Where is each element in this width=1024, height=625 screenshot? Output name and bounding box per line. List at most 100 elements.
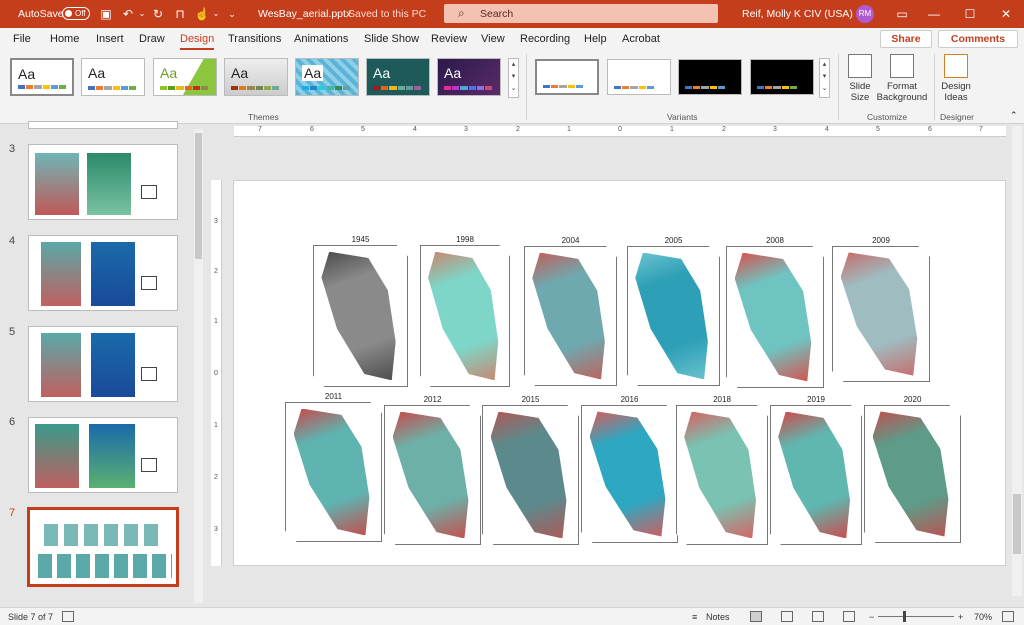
autosave-toggle[interactable]: Off	[62, 7, 90, 20]
format-background-button[interactable]: Format Background	[876, 54, 928, 103]
notes-icon[interactable]: ≡	[692, 612, 697, 622]
accessibility-icon[interactable]	[62, 611, 74, 622]
ruler-mark: 6	[310, 126, 314, 133]
variants-scroll[interactable]: ▴ ▾ ⌄	[819, 58, 830, 98]
image-year-label: 2018	[713, 395, 731, 404]
slide-size-button[interactable]: Slide Size	[843, 54, 877, 103]
variant-3[interactable]	[678, 59, 742, 95]
tab-recording[interactable]: Recording	[520, 33, 570, 45]
zoom-out-icon[interactable]: −	[869, 612, 874, 622]
divider	[934, 54, 935, 120]
slide-thumbnail-2[interactable]	[28, 121, 178, 129]
tab-draw[interactable]: Draw	[139, 33, 165, 45]
ruler-mark: 2	[214, 474, 218, 481]
slide-sorter-icon[interactable]	[781, 611, 793, 622]
theme-sample-text: Aa	[160, 65, 178, 81]
avatar[interactable]: RM	[856, 5, 874, 23]
theme-sample-text: Aa	[18, 66, 36, 82]
variant-2[interactable]	[607, 59, 671, 95]
zoom-slider[interactable]	[878, 616, 954, 617]
undo-dropdown-icon[interactable]: ⌄	[134, 6, 150, 22]
tab-view[interactable]: View	[481, 33, 505, 45]
aerial-image-2004[interactable]	[524, 246, 617, 386]
tab-home[interactable]: Home	[50, 33, 79, 45]
minimize-icon[interactable]: —	[920, 4, 948, 24]
tab-help[interactable]: Help	[584, 33, 607, 45]
slide-number: 4	[9, 235, 16, 247]
tab-animations[interactable]: Animations	[294, 33, 348, 45]
vertical-ruler: 3 2 1 0 1 2 3	[211, 180, 222, 566]
themes-scroll[interactable]: ▴ ▾ ⌄	[508, 58, 519, 98]
aerial-image-2008[interactable]	[726, 246, 824, 388]
theme-ion[interactable]: Aa	[366, 58, 430, 96]
slide-size-icon	[848, 54, 872, 78]
slide-number: 7	[9, 507, 16, 519]
slide-thumbnail-7[interactable]	[27, 507, 179, 587]
tab-transitions[interactable]: Transitions	[228, 33, 281, 45]
aerial-image-2011[interactable]	[285, 402, 382, 542]
slide-thumbnail-6[interactable]	[28, 417, 178, 493]
aerial-image-2016[interactable]	[581, 405, 678, 543]
present-icon[interactable]: ⊓	[172, 6, 188, 22]
theme-ion-boardroom[interactable]: Aa	[437, 58, 501, 96]
tab-acrobat[interactable]: Acrobat	[622, 33, 660, 45]
aerial-image-1945[interactable]	[313, 245, 408, 387]
touch-dropdown-icon[interactable]: ⌄	[208, 6, 224, 22]
slide-thumbnail-4[interactable]	[28, 235, 178, 311]
tab-review[interactable]: Review	[431, 33, 467, 45]
aerial-image-2020[interactable]	[864, 405, 961, 543]
maximize-icon[interactable]: ☐	[956, 4, 984, 24]
redo-icon[interactable]: ↻	[150, 6, 166, 22]
ribbon-display-icon[interactable]: ▭	[888, 4, 916, 24]
aerial-image-1998[interactable]	[420, 245, 510, 387]
zoom-in-icon[interactable]: +	[958, 612, 963, 622]
slideshow-icon[interactable]	[843, 611, 855, 622]
slide-thumbnail-5[interactable]	[28, 326, 178, 402]
theme-office[interactable]: Aa	[10, 58, 74, 96]
image-year-label: 2015	[521, 395, 540, 404]
tab-design[interactable]: Design	[180, 33, 215, 50]
thumbnail-scroll-thumb[interactable]	[195, 133, 202, 259]
thumb-image	[91, 242, 135, 306]
theme-office-2[interactable]: Aa	[81, 58, 145, 96]
variant-1[interactable]	[535, 59, 599, 95]
ruler-mark: 4	[825, 126, 829, 133]
user-name[interactable]: Reif, Molly K CIV (USA)	[742, 8, 853, 20]
share-button[interactable]: Share	[880, 30, 932, 48]
aerial-image-2005[interactable]	[627, 246, 720, 386]
reading-view-icon[interactable]	[812, 611, 824, 622]
aerial-image-2018[interactable]	[676, 405, 768, 545]
glacier-map	[392, 411, 469, 539]
zoom-level[interactable]: 70%	[974, 612, 992, 622]
aerial-image-2015[interactable]	[482, 405, 579, 545]
glacier-map	[293, 408, 370, 536]
designer-group-label: Designer	[940, 112, 975, 122]
variant-4[interactable]	[750, 59, 814, 95]
customize-toolbar-icon[interactable]: ⌄	[224, 6, 240, 22]
slide-number: 5	[9, 326, 16, 338]
search-box[interactable]: ⌕ Search	[444, 4, 718, 23]
zoom-slider-thumb[interactable]	[903, 611, 906, 622]
format-background-icon	[890, 54, 914, 78]
fit-to-window-icon[interactable]	[1002, 611, 1014, 622]
comments-button[interactable]: Comments	[938, 30, 1018, 48]
close-icon[interactable]: ✕	[992, 4, 1020, 24]
theme-pattern[interactable]: Aa	[295, 58, 359, 96]
notes-button[interactable]: Notes	[706, 612, 730, 622]
tab-slide-show[interactable]: Slide Show	[364, 33, 419, 45]
ruler-mark: 0	[618, 126, 622, 133]
aerial-image-2012[interactable]	[384, 405, 481, 545]
collapse-ribbon-icon[interactable]: ⌃	[1010, 110, 1018, 121]
slide-scroll-thumb[interactable]	[1013, 494, 1021, 554]
save-icon[interactable]: ▣	[98, 6, 114, 22]
design-ideas-button[interactable]: Design Ideas	[938, 54, 974, 103]
theme-integral[interactable]: Aa	[224, 58, 288, 96]
tab-insert[interactable]: Insert	[96, 33, 124, 45]
aerial-image-2019[interactable]	[770, 405, 862, 545]
theme-facet[interactable]: Aa	[153, 58, 217, 96]
tab-file[interactable]: File	[13, 33, 31, 45]
ruler-mark: 7	[979, 126, 983, 133]
normal-view-icon[interactable]	[750, 611, 762, 622]
aerial-image-2009[interactable]	[832, 246, 930, 382]
slide-thumbnail-3[interactable]	[28, 144, 178, 220]
